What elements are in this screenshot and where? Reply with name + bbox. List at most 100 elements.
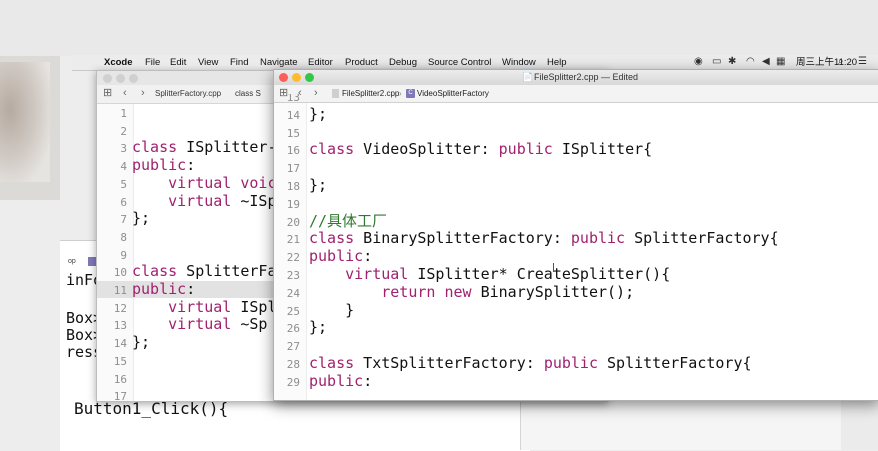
minimize-button[interactable] xyxy=(292,73,301,82)
volume-icon[interactable]: ◀ xyxy=(762,55,770,69)
code-line: class TxtSplitterFactory: public Splitte… xyxy=(309,355,752,372)
code-token: }; xyxy=(309,176,328,194)
line-number: 17 xyxy=(113,390,127,401)
code-line: }; xyxy=(309,319,327,336)
background-code-line: Button1_Click(){ xyxy=(74,399,229,418)
keyword-token: virtual xyxy=(345,265,409,283)
line-number: 24 xyxy=(286,286,300,300)
line-number: 11 xyxy=(113,284,127,297)
code-token: ISplitter* CreateSplitter(){ xyxy=(408,265,671,283)
code-line: class BinarySplitterFactory: public Spli… xyxy=(309,230,779,247)
comment-token: //具体工厂 xyxy=(309,211,388,230)
keyword-token: new xyxy=(444,282,472,301)
line-number: 3 xyxy=(120,142,127,156)
keyword-token: public xyxy=(570,229,626,248)
code-line: virtual ISpl xyxy=(132,298,275,316)
keyword-token: class xyxy=(309,354,355,372)
back-button[interactable]: ‹ xyxy=(123,86,127,100)
line-number: 5 xyxy=(120,177,127,191)
code-token: : xyxy=(186,156,196,175)
code-token: ~ISp xyxy=(231,191,275,210)
code-token: ISplitter{ xyxy=(552,140,653,159)
zoom-button[interactable] xyxy=(305,73,314,82)
line-number: 8 xyxy=(120,230,127,244)
line-number: 16 xyxy=(113,372,127,386)
line-number: 1 xyxy=(120,107,127,120)
line-number: 17 xyxy=(286,162,300,176)
line-number: 15 xyxy=(113,354,127,368)
keyword-token: virtual xyxy=(168,315,232,334)
line-number: 28 xyxy=(286,358,300,371)
breadcrumb-symbol[interactable]: class S xyxy=(235,89,261,98)
forward-button[interactable]: › xyxy=(141,86,145,100)
keyword-token: public xyxy=(543,354,598,372)
code-line: public: xyxy=(309,248,372,265)
code-token: }; xyxy=(132,333,151,352)
menu-file[interactable]: File xyxy=(145,56,160,69)
line-number: 20 xyxy=(286,215,300,229)
menu-window[interactable]: Window xyxy=(502,56,536,69)
code-line: }; xyxy=(309,104,328,123)
code-line: virtual ISplitter* CreateSplitter(){ xyxy=(309,266,670,283)
line-number: 23 xyxy=(286,269,300,282)
app-menu[interactable]: Xcode xyxy=(104,56,133,69)
mouse-cursor xyxy=(553,263,554,272)
close-button[interactable] xyxy=(103,74,112,83)
code-token: SplitterFa xyxy=(177,262,275,281)
presenter-video xyxy=(0,62,50,182)
code-editor[interactable]: 13 14}; 15 16 class VideoSplitter: public IS… xyxy=(274,94,878,400)
spotlight-icon[interactable]: ⌕ xyxy=(838,55,844,69)
code-editor[interactable]: 1 2 3 class ISplitter- 4 public: 5 virtual voi… xyxy=(97,104,275,401)
menu-find[interactable]: Find xyxy=(230,56,248,69)
keyword-token: public xyxy=(132,156,187,175)
menu-source-control[interactable]: Source Control xyxy=(428,56,491,69)
code-line: }; xyxy=(132,210,150,227)
menu-help[interactable]: Help xyxy=(547,56,567,69)
line-number: 16 xyxy=(286,144,300,158)
record-icon[interactable]: ◉ xyxy=(694,55,703,69)
menu-navigate[interactable]: Navigate xyxy=(260,56,298,69)
line-number: 9 xyxy=(120,248,127,262)
close-button[interactable] xyxy=(279,73,288,82)
code-token: BinarySplitter(); xyxy=(471,282,635,301)
window-title: FileSplitter2.cpp — Edited xyxy=(534,72,639,82)
keyword-token: public xyxy=(498,140,553,159)
menu-product[interactable]: Product xyxy=(345,56,378,69)
airplay-icon[interactable]: ▭ xyxy=(712,55,721,69)
code-token: VideoSplitter: xyxy=(354,140,499,159)
code-line: virtual ~ISp xyxy=(132,191,275,210)
related-items-icon[interactable]: ⊞ xyxy=(103,86,112,100)
bluetooth-icon[interactable]: ✱ xyxy=(728,55,736,69)
menu-debug[interactable]: Debug xyxy=(389,56,417,69)
code-line: }; xyxy=(309,177,327,194)
window-titlebar[interactable]: 📄 FileSplitter2.cpp — Edited xyxy=(274,70,878,85)
minimize-button[interactable] xyxy=(116,74,125,83)
menu-editor[interactable]: Editor xyxy=(308,56,333,69)
menubar-clock[interactable]: 周三上午11:20 xyxy=(796,56,857,69)
menu-view[interactable]: View xyxy=(198,56,218,69)
keyword-token: voic xyxy=(240,173,275,192)
line-number: 29 xyxy=(286,375,300,389)
line-number: 21 xyxy=(286,233,300,247)
zoom-button[interactable] xyxy=(129,74,138,83)
menu-edit[interactable]: Edit xyxy=(170,56,186,69)
code-token: SplitterFactory{ xyxy=(598,354,752,372)
editor-window-filesplitter2: 📄 FileSplitter2.cpp — Edited ⊞ ‹ › FileS… xyxy=(273,69,878,401)
keyword-token: class xyxy=(132,138,178,157)
breadcrumb-file[interactable]: SplitterFactory.cpp xyxy=(155,89,221,98)
code-line: class SplitterFa xyxy=(132,263,275,280)
line-number: 14 xyxy=(286,108,300,122)
keyword-token: class xyxy=(309,140,355,159)
line-number: 13 xyxy=(286,94,300,104)
wifi-icon[interactable]: ◠ xyxy=(746,55,755,69)
code-token: }; xyxy=(132,209,151,228)
notification-center-icon[interactable]: ☰ xyxy=(858,55,867,69)
code-token: }; xyxy=(309,104,328,123)
line-number: 15 xyxy=(286,126,300,140)
input-method-icon[interactable]: ▦ xyxy=(776,55,785,69)
code-token: TxtSplitterFactory: xyxy=(354,354,544,372)
